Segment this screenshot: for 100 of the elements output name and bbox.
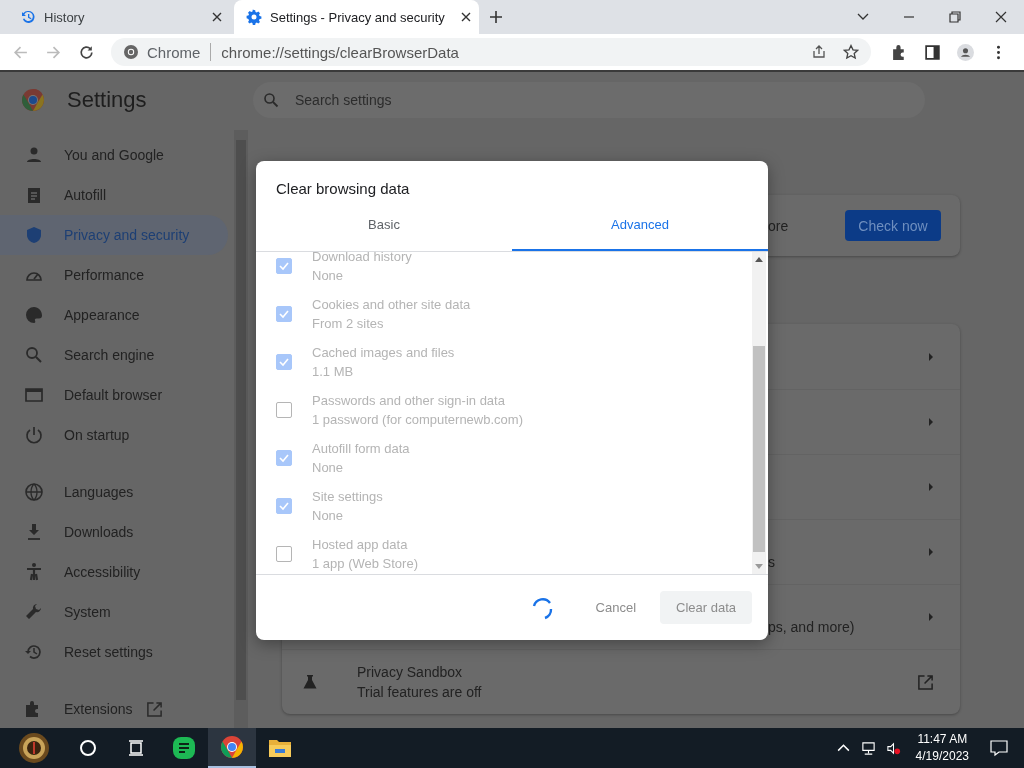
volume-muted-icon[interactable] xyxy=(885,740,901,756)
sidebar-item[interactable]: Search engine xyxy=(0,335,228,375)
site-label: Chrome xyxy=(147,43,201,61)
sidebar-item[interactable]: On startup xyxy=(0,415,228,455)
browser-tab[interactable]: History xyxy=(8,0,230,34)
sidebar-item[interactable]: Extensions xyxy=(0,689,228,729)
history-icon xyxy=(20,9,36,25)
checkbox[interactable] xyxy=(276,402,292,418)
chrome-icon xyxy=(123,44,139,60)
option-label: Autofill form data xyxy=(312,441,410,456)
flask-icon xyxy=(302,674,318,690)
option-label: Passwords and other sign-in data xyxy=(312,393,506,408)
sidebar-item[interactable]: Appearance xyxy=(0,295,228,335)
search-circle-icon[interactable] xyxy=(78,738,98,758)
sidebar-item[interactable]: System xyxy=(0,592,228,632)
search-input[interactable]: Search settings xyxy=(293,91,925,109)
star-icon[interactable] xyxy=(843,44,859,60)
restore-icon[interactable] xyxy=(948,10,962,24)
accessibility-icon xyxy=(24,562,44,582)
clock-time[interactable]: 11:47 AM xyxy=(917,731,968,748)
browser-tab[interactable]: Settings - Privacy and security xyxy=(234,0,479,34)
row-subtitle: Trial features are off xyxy=(357,684,483,700)
power-icon xyxy=(24,425,44,445)
option-label: Cached images and files xyxy=(312,345,455,360)
sidebar-item[interactable]: Default browser xyxy=(0,375,228,415)
sidebar-item[interactable]: Performance xyxy=(0,255,228,295)
checkbox[interactable] xyxy=(276,306,292,322)
dialog-tab[interactable]: Advanced xyxy=(512,211,768,251)
card-text: ore xyxy=(768,217,790,234)
external-link-icon[interactable] xyxy=(917,673,934,691)
search-field[interactable]: Search settings xyxy=(253,82,925,118)
row-subtitle: s xyxy=(768,554,775,570)
row-subtitle: ps, and more) xyxy=(768,619,855,635)
sidebar-item[interactable]: Downloads xyxy=(0,512,228,552)
option-detail: 1 app (Web Store) xyxy=(312,556,418,571)
reset-icon xyxy=(24,642,44,662)
sidebar-item[interactable]: Privacy and security xyxy=(0,215,228,255)
option-detail: None xyxy=(312,508,345,523)
check-icon xyxy=(278,308,290,320)
checkbox[interactable] xyxy=(276,546,292,562)
arrow-right-icon[interactable] xyxy=(928,547,934,557)
sidebar-item[interactable]: Languages xyxy=(0,472,228,512)
page-title: Settings xyxy=(67,87,148,113)
sidebar-item[interactable]: Reset settings xyxy=(0,632,228,672)
chrome-logo xyxy=(21,88,45,112)
option-label: Cookies and other site data xyxy=(312,297,471,312)
close-icon[interactable] xyxy=(212,12,222,22)
option-detail: None xyxy=(312,460,345,475)
arrow-right-icon[interactable] xyxy=(928,482,934,492)
check-icon xyxy=(278,500,290,512)
search-icon xyxy=(263,92,279,108)
checkbox[interactable] xyxy=(276,498,292,514)
notifications-icon[interactable] xyxy=(990,739,1008,757)
globe-icon xyxy=(24,482,44,502)
check-icon xyxy=(278,452,290,464)
arrow-right-icon[interactable] xyxy=(928,351,934,362)
option-detail: From 2 sites xyxy=(312,316,385,331)
profile-icon[interactable] xyxy=(957,43,974,61)
close-icon[interactable] xyxy=(461,12,471,22)
sidebar-item[interactable]: You and Google xyxy=(0,135,228,175)
scrollbar[interactable] xyxy=(234,130,248,728)
sidebar-item[interactable]: Accessibility xyxy=(0,552,228,592)
reload-icon[interactable] xyxy=(78,43,95,61)
checkbox[interactable] xyxy=(276,450,292,466)
side-panel-icon[interactable] xyxy=(924,43,941,61)
row-title: Privacy Sandbox xyxy=(357,664,464,680)
check-now-button[interactable]: Check now xyxy=(845,210,941,241)
search-icon xyxy=(24,345,44,365)
chrome-app-icon[interactable] xyxy=(208,728,256,768)
scrollbar[interactable] xyxy=(752,252,766,574)
checkbox[interactable] xyxy=(276,258,292,274)
address-bar[interactable]: Chrome chrome://settings/clearBrowserData xyxy=(111,38,871,66)
close-icon[interactable] xyxy=(994,10,1008,24)
person-icon xyxy=(24,145,44,165)
arrow-right-icon[interactable] xyxy=(928,612,934,622)
option-label: Hosted app data xyxy=(312,537,409,552)
option-detail: None xyxy=(312,268,345,283)
new-tab-icon[interactable] xyxy=(489,10,503,24)
share-icon[interactable] xyxy=(811,44,827,60)
wrench-icon xyxy=(24,602,44,622)
check-icon xyxy=(278,260,290,272)
clock-date[interactable]: 4/19/2023 xyxy=(915,748,969,765)
clear-data-button[interactable]: Clear data xyxy=(660,591,752,624)
option-detail: 1.1 MB xyxy=(312,364,355,379)
checkbox[interactable] xyxy=(276,354,292,370)
window-icon xyxy=(24,385,44,405)
option-label: Site settings xyxy=(312,489,383,504)
dialog-title: Clear browsing data xyxy=(275,179,411,199)
url-text: chrome://settings/clearBrowserData xyxy=(221,43,459,61)
sidebar-item[interactable]: Autofill xyxy=(0,175,228,215)
network-icon[interactable] xyxy=(860,740,876,756)
check-icon xyxy=(278,356,290,368)
arrow-right-icon[interactable] xyxy=(928,417,934,427)
settings-icon xyxy=(246,9,262,25)
option-label: Download history xyxy=(312,252,412,264)
shield-icon xyxy=(24,225,44,245)
task-view-icon[interactable] xyxy=(126,738,146,758)
palette-icon xyxy=(24,305,44,325)
dialog-tab[interactable]: Basic xyxy=(256,211,512,251)
start-icon[interactable] xyxy=(16,730,52,766)
